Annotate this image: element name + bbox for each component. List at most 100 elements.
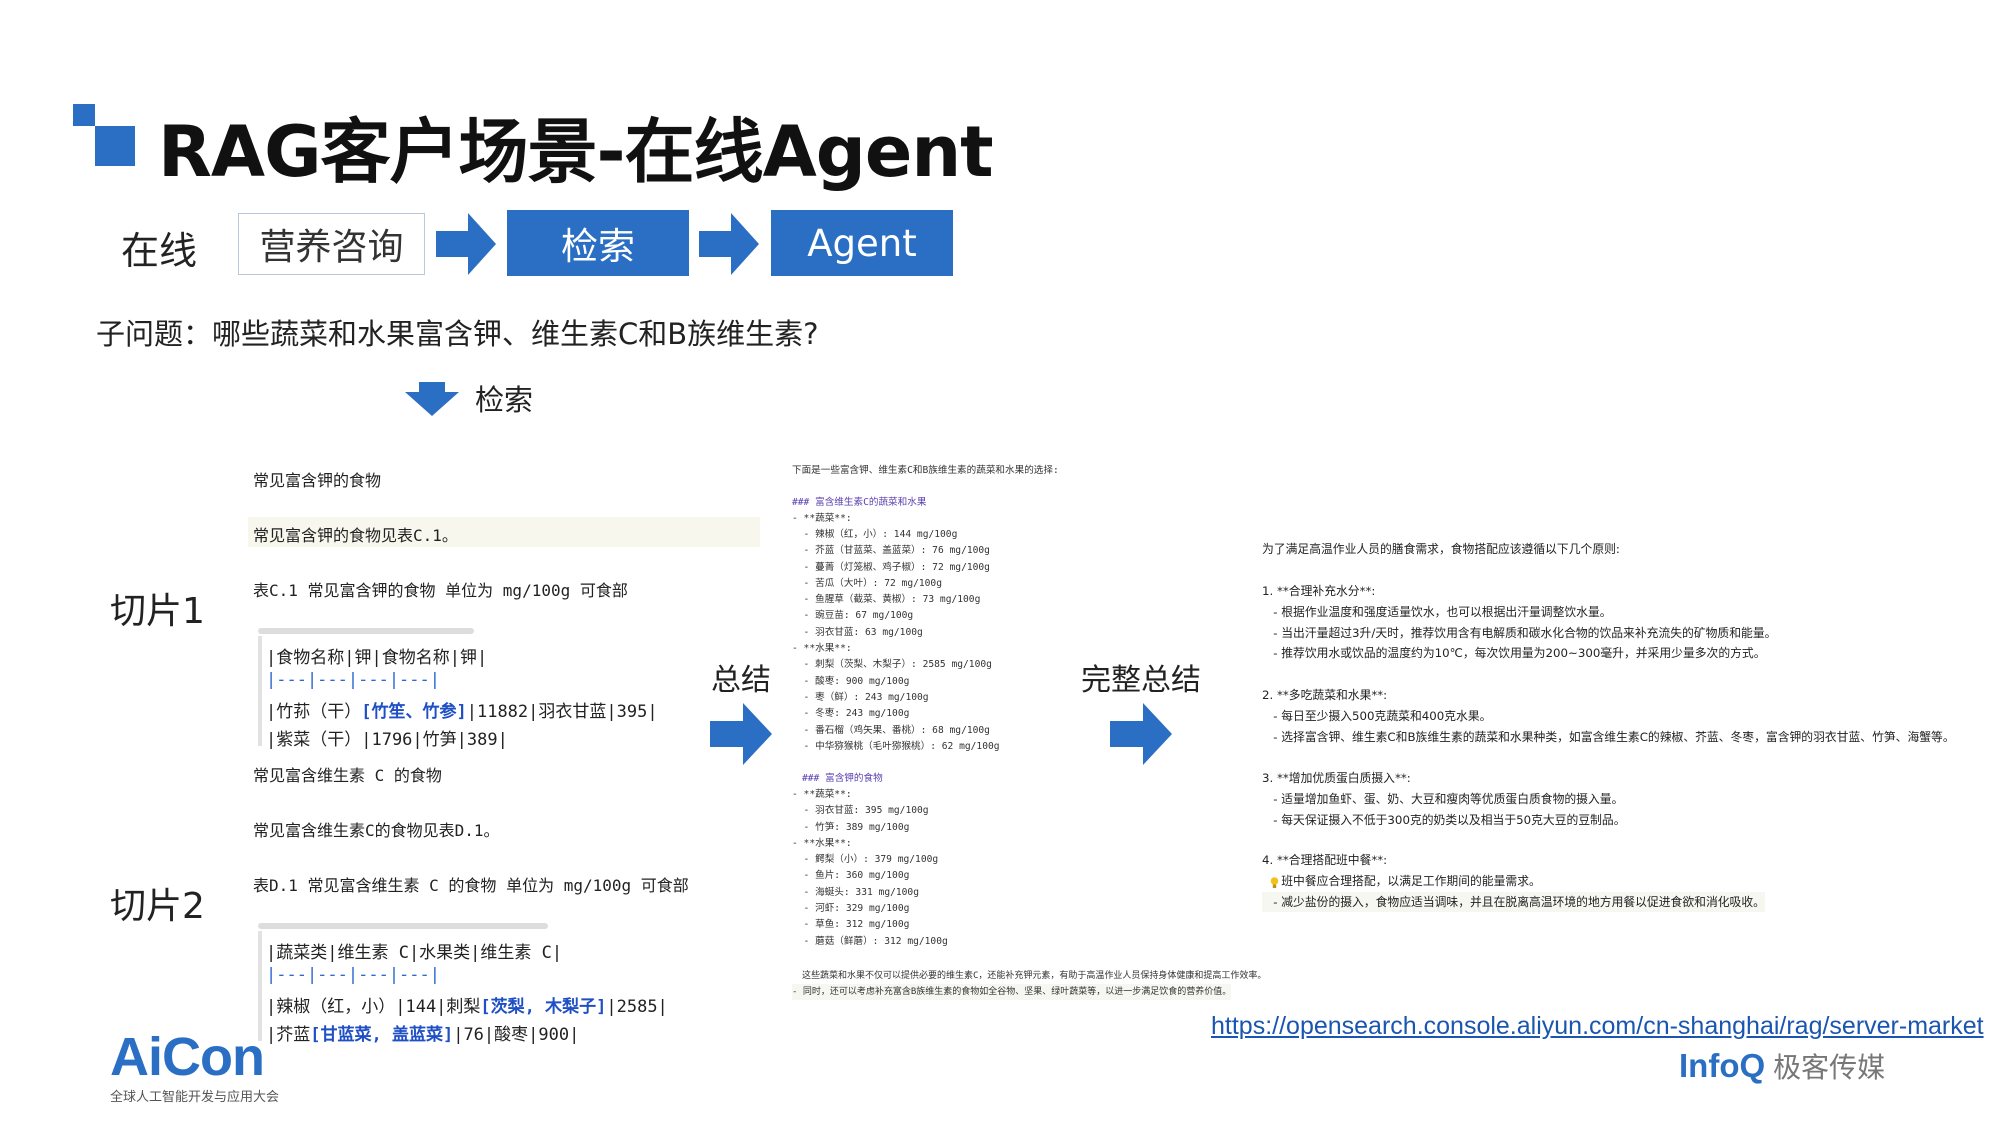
full-point-4-list: - 班中餐应合理搭配，以满足工作期间的能量需求。 - 减少盐份的摄入，食物应适当… — [1262, 871, 1765, 912]
full-point-3-title: 3. **增加优质蛋白质摄入**: — [1262, 771, 1411, 785]
list-item: - 枣（鲜）: 243 mg/100g — [792, 691, 929, 703]
list-item: - 鱼片: 360 mg/100g — [792, 870, 910, 882]
full-point-1-text: 1. **合理补充水分**: — [1262, 584, 1376, 598]
summary-heading-vitc: ### 富含维生素C的蔬菜和水果 — [792, 497, 927, 508]
list-item: - 推荐饮用水或饮品的温度约为10℃，每次饮用量为200~300毫升，并采用少量… — [1262, 646, 1766, 660]
list-item: - 选择富含钾、维生素C和B族维生素的蔬菜和水果种类，如富含维生素C的辣椒、芥蓝… — [1262, 729, 1955, 744]
chunk1-table-header: |食物名称|钾|食物名称|钾| — [266, 648, 488, 668]
chunk2-line3: 表D.1 常见富含维生素 C 的食物 单位为 mg/100g 可食部 — [253, 876, 689, 895]
list-item: - 豌豆苗: 67 mg/100g — [792, 610, 914, 622]
flow-step-nutrition-consult: 营养咨询 — [238, 213, 425, 275]
full-point-2-title: 2. **多吃蔬菜和水果**: — [1262, 688, 1388, 702]
list-item: - 芥蓝（甘蓝菜、盖蓝菜）: 76 mg/100g — [792, 545, 990, 557]
retrieve-arrow-icon — [405, 382, 459, 416]
summary-k-fruit-title: - **水果**: — [792, 837, 852, 849]
aicon-logo-text: AiCon — [110, 1027, 265, 1087]
list-item: - 苦瓜（大叶）: 72 mg/100g — [792, 577, 942, 589]
full-point-1-title: 1. **合理补充水分**: — [1262, 582, 1375, 599]
chunk2-table-row-1: |辣椒（红，小）|144|刺梨[茨梨, 木梨子]|2585| — [266, 992, 668, 1017]
flow-label: 在线 — [121, 229, 198, 273]
aicon-logo-subtitle: 全球人工智能开发与应用大会 — [110, 1090, 280, 1105]
chunk2-table-gutter — [258, 931, 262, 1041]
list-item: - 当出汗量超过3升/天时，推荐饮用含有电解质和碳水化合物的饮品来补充流失的矿物… — [1262, 625, 1777, 640]
list-item: - 每天保证摄入不低于300克的奶类以及相当于50克大豆的豆制品。 — [1262, 812, 1626, 827]
chunk2-line1: 常见富含维生素 C 的食物 — [253, 766, 442, 785]
list-item: - 适量增加鱼虾、蛋、奶、大豆和瘦肉等优质蛋白质食物的摄入量。 — [1262, 792, 1624, 806]
chunk1-row1-alias: [竹笙、竹参] — [361, 702, 467, 722]
lightbulb-icon — [1270, 874, 1279, 888]
chunk1-table-row-2: |紫菜（干）|1796|竹笋|389| — [266, 730, 508, 750]
summary-veg-list: - 辣椒（红，小）: 144 mg/100g - 芥蓝（甘蓝菜、盖蓝菜）: 76… — [792, 527, 1000, 755]
summary-intro: 下面是一些富含钾、维生素C和B族维生素的蔬菜和水果的选择: — [792, 465, 1059, 476]
summary-footer-1: 这些蔬菜和水果不仅可以提供必要的维生素C，还能补充钾元素，有助于高温作业人员保持… — [802, 971, 1267, 981]
chunk2-line2: 常见富含维生素C的食物见表D.1。 — [253, 821, 500, 840]
list-item: - 辣椒（红，小）: 144 mg/100g — [792, 529, 958, 540]
chunk1-table-gutter — [258, 636, 262, 746]
flow-arrow-1-icon — [436, 213, 496, 275]
list-item: - 竹笋: 389 mg/100g — [792, 821, 910, 833]
list-item: - 草鱼: 312 mg/100g — [792, 919, 910, 931]
full-point-2-list: - 每日至少摄入500克蔬菜和400克水果。 - 选择富含钾、维生素C和B族维生… — [1262, 706, 1955, 747]
chunk1-row1-c: |11882|羽衣甘蓝|395| — [466, 702, 658, 722]
flow-step-agent: Agent — [771, 210, 953, 276]
summary-veg-title: - **蔬菜**: — [792, 513, 852, 524]
full-point-3-list: - 适量增加鱼虾、蛋、奶、大豆和瘦肉等优质蛋白质食物的摄入量。 - 每天保证摄入… — [1262, 789, 1626, 830]
list-item: - 鱼腥草（截菜、黄椒）: 73 mg/100g — [792, 594, 981, 606]
title-logo-mark — [73, 104, 135, 166]
chunk2-row1-a: |辣椒（红，小）|144|刺梨 — [266, 997, 481, 1017]
full-summary-document: 为了满足高温作业人员的膳食需求，食物搭配应该遵循以下几个原则: 1. **合理补… — [1260, 540, 1995, 912]
chunk2-table-header: |蔬菜类|维生素 C|水果类|维生素 C| — [266, 943, 563, 963]
summary-fruit-title: - **水果**: — [792, 643, 852, 655]
full-point-1-list: - 根据作业温度和强度适量饮水，也可以根据出汗量调整饮水量。 - 当出汗量超过3… — [1262, 602, 1776, 664]
subquestion: 子问题：哪些蔬菜和水果富含钾、维生素C和B族维生素? — [96, 317, 819, 351]
chunk1-line2: 常见富含钾的食物见表C.1。 — [253, 526, 458, 545]
chunk2-table-row-2: |芥蓝[甘蓝菜, 盖蓝菜]|76|酸枣|900| — [266, 1020, 579, 1045]
summary-k-veg-title: - **蔬菜**: — [792, 789, 852, 800]
list-item: - 蔓菁（灯笼椒、鸡子椒）: 72 mg/100g — [792, 561, 990, 573]
rag-server-market-link[interactable]: https://opensearch.console.aliyun.com/cn… — [1211, 1012, 1984, 1041]
list-item: - 根据作业温度和强度适量饮水，也可以根据出汗量调整饮水量。 — [1262, 605, 1612, 619]
list-item: - 减少盐份的摄入，食物应适当调味，并且在脱离高温环境的地方用餐以促进食欲和消化… — [1262, 891, 1765, 912]
chunk1-line1: 常见富含钾的食物 — [253, 471, 382, 490]
summary-potassium-list: - **蔬菜**: - 羽衣甘蓝: 395 mg/100g - 竹笋: 389 … — [792, 787, 948, 950]
list-item: - 羽衣甘蓝: 63 mg/100g — [792, 626, 923, 638]
list-item: - 中华猕猴桃（毛叶猕猴桃）: 62 mg/100g — [792, 740, 1000, 752]
chunk1-table-row-1: |竹荪（干）[竹笙、竹参]|11882|羽衣甘蓝|395| — [266, 697, 658, 722]
list-item: - 海蜒头: 331 mg/100g — [792, 886, 919, 898]
list-item: - 河虾: 329 mg/100g — [792, 903, 910, 915]
list-item: - 鳄梨（小）: 379 mg/100g — [792, 854, 939, 866]
summary-document: 下面是一些富含钾、维生素C和B族维生素的蔬菜和水果的选择: ### 富含维生素C… — [788, 463, 1298, 1003]
chunk1-line3: 表C.1 常见富含钾的食物 单位为 mg/100g 可食部 — [253, 581, 628, 600]
full-point-4-title: 4. **合理搭配班中餐**: — [1262, 853, 1388, 867]
list-item: - 羽衣甘蓝: 395 mg/100g — [792, 805, 929, 817]
chunk1-label: 切片1 — [110, 591, 205, 632]
list-item: - 番石榴（鸡矢果、番桃）: 68 mg/100g — [792, 724, 990, 736]
summary-footer-2: - 同时，还可以考虑补充富含B族维生素的食物如全谷物、坚果、绿叶蔬菜等，以进一步… — [792, 984, 1232, 1001]
chunk1-row1-a: |竹荪（干） — [266, 702, 362, 722]
summary-label: 总结 — [711, 663, 771, 698]
summary-arrow-icon — [710, 703, 772, 765]
flow-step-retrieval: 检索 — [507, 210, 689, 276]
list-item: - 冬枣: 243 mg/100g — [792, 708, 910, 720]
page-title: RAG客户场景-在线Agent — [158, 111, 994, 193]
list-item: - 每日至少摄入500克蔬菜和400克水果。 — [1262, 709, 1492, 723]
list-item: - 班中餐应合理搭配，以满足工作期间的能量需求。 — [1262, 874, 1541, 888]
list-item: - 酸枣: 900 mg/100g — [792, 675, 910, 687]
full-summary-arrow-icon — [1110, 703, 1172, 765]
chunk2-row1-alias: [茨梨, 木梨子] — [480, 997, 607, 1017]
summary-heading-potassium: ### 富含钾的食物 — [802, 773, 883, 784]
full-intro: 为了满足高温作业人员的膳食需求，食物搭配应该遵循以下几个原则: — [1262, 542, 1620, 556]
chunk1-table-separator: |---|---|---|---| — [266, 670, 440, 690]
chunk1-table-scrollbar[interactable] — [258, 628, 474, 634]
chunk2-row2-c: |76|酸枣|900| — [453, 1025, 580, 1045]
infoq-logo-text: InfoQ — [1679, 1047, 1766, 1084]
list-item: - 刺梨（茨梨、木梨子）: 2585 mg/100g — [792, 659, 992, 671]
chunk2-row1-c: |2585| — [606, 997, 668, 1017]
chunk2-row2-alias: [甘蓝菜, 盖蓝菜] — [310, 1025, 454, 1045]
chunk2-table-scrollbar[interactable] — [258, 923, 548, 929]
flow-arrow-2-icon — [699, 213, 759, 275]
infoq-logo-cn: 极客传媒 — [1773, 1051, 1886, 1084]
retrieve-label: 检索 — [475, 383, 534, 417]
list-item: - 蘑菇（鲜蘑）: 312 mg/100g — [792, 935, 948, 947]
chunk2-table-separator: |---|---|---|---| — [266, 965, 440, 985]
